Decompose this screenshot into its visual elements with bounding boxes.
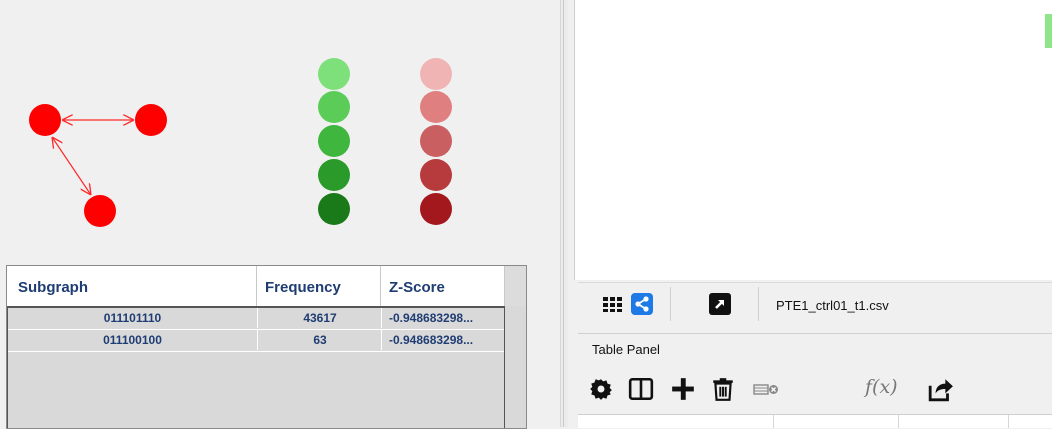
toolbar-separator bbox=[758, 287, 759, 321]
node-c bbox=[84, 195, 116, 227]
grid-column-line bbox=[898, 415, 899, 428]
motif-graph bbox=[29, 104, 167, 227]
table-header: Subgraph Frequency Z-Score bbox=[7, 266, 526, 306]
motif-panel: Subgraph Frequency Z-Score 011101110 436… bbox=[0, 0, 560, 429]
scrollbar-corner bbox=[505, 266, 526, 306]
red-dot-4 bbox=[420, 159, 452, 191]
share-network-icon[interactable] bbox=[630, 292, 654, 316]
table-panel-title: Table Panel bbox=[592, 342, 660, 357]
green-dot-3 bbox=[318, 125, 350, 157]
view-toolbar: PTE1_ctrl01_t1.csv bbox=[578, 282, 1052, 323]
table-panel-toolbar: f(x) bbox=[578, 362, 1052, 414]
trash-icon[interactable] bbox=[710, 376, 736, 402]
gear-icon[interactable] bbox=[588, 376, 614, 402]
green-dot-2 bbox=[318, 91, 350, 123]
function-icon[interactable]: f(x) bbox=[865, 376, 898, 398]
split-columns-icon[interactable] bbox=[628, 376, 654, 402]
red-dot-5 bbox=[420, 193, 452, 225]
table-panel-header: Table Panel bbox=[578, 333, 1052, 362]
motif-stats-table: Subgraph Frequency Z-Score 011101110 436… bbox=[6, 265, 527, 429]
network-panel: PTE1_ctrl01_t1.csv Table Panel f(x) bbox=[568, 0, 1052, 428]
green-dot-5 bbox=[318, 193, 350, 225]
grid-icon[interactable] bbox=[600, 292, 624, 316]
cell-frequency[interactable]: 63 bbox=[257, 330, 382, 350]
edge-a-c bbox=[52, 137, 91, 195]
red-scale-legend bbox=[420, 58, 452, 225]
green-scale-legend bbox=[318, 58, 350, 225]
column-header-zscore[interactable]: Z-Score bbox=[381, 266, 505, 306]
toolbar-separator bbox=[670, 287, 671, 321]
cell-frequency[interactable]: 43617 bbox=[257, 308, 382, 328]
node-b bbox=[135, 104, 167, 136]
motif-graphic bbox=[29, 58, 452, 227]
export-icon[interactable] bbox=[928, 376, 954, 402]
cell-zscore[interactable]: -0.948683298... bbox=[381, 308, 504, 328]
table-body: 011101110 43617 -0.948683298... 01110010… bbox=[7, 306, 505, 428]
table-row[interactable]: 011101110 43617 -0.948683298... bbox=[8, 308, 504, 330]
green-dot-4 bbox=[318, 159, 350, 191]
column-header-subgraph[interactable]: Subgraph bbox=[7, 266, 257, 306]
network-canvas[interactable] bbox=[574, 0, 1052, 280]
file-name-label: PTE1_ctrl01_t1.csv bbox=[776, 298, 889, 313]
table-panel-grid[interactable] bbox=[578, 414, 1052, 428]
grid-column-line bbox=[773, 415, 774, 428]
cell-subgraph[interactable]: 011100100 bbox=[8, 330, 257, 350]
splitter-grip bbox=[563, 0, 564, 427]
grid-column-line bbox=[1008, 415, 1009, 428]
column-header-frequency[interactable]: Frequency bbox=[257, 266, 381, 306]
red-dot-2 bbox=[420, 91, 452, 123]
plus-icon[interactable] bbox=[670, 376, 696, 402]
table-row[interactable]: 011100100 63 -0.948683298... bbox=[8, 330, 504, 352]
external-link-icon[interactable] bbox=[708, 292, 732, 316]
red-dot-3 bbox=[420, 125, 452, 157]
node-fragment bbox=[1045, 14, 1052, 48]
clear-column-icon[interactable] bbox=[752, 376, 780, 402]
green-dot-1 bbox=[318, 58, 350, 90]
node-a bbox=[29, 104, 61, 136]
cell-zscore[interactable]: -0.948683298... bbox=[381, 330, 504, 350]
cell-subgraph[interactable]: 011101110 bbox=[8, 308, 257, 328]
red-dot-1 bbox=[420, 58, 452, 90]
